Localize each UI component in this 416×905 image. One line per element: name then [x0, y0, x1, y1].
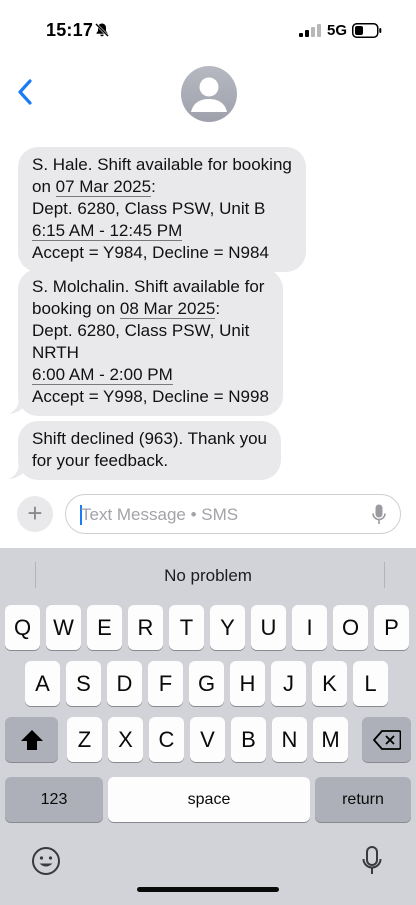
message-text: S. Hale. Shift available for booking — [32, 155, 292, 174]
key-u[interactable]: U — [251, 605, 286, 650]
message-line: NRTH — [32, 342, 269, 364]
message-line: Dept. 6280, Class PSW, Unit B — [32, 198, 292, 220]
keyboard: No problem Q W E R T Y U I O P A S D F G H J K L Z X C V B N M 123… — [0, 548, 416, 905]
bubble-tail — [9, 462, 29, 479]
key-s[interactable]: S — [66, 661, 101, 706]
key-b[interactable]: B — [231, 717, 266, 762]
plus-icon: + — [27, 498, 43, 528]
message-text: : — [215, 299, 221, 318]
key-o[interactable]: O — [333, 605, 368, 650]
add-attachment-button[interactable]: + — [17, 496, 53, 532]
message-line: 6:00 AM - 2:00 PM — [32, 364, 269, 386]
status-bar: 15:17 5G — [0, 0, 416, 60]
home-indicator[interactable] — [137, 887, 279, 892]
network-type: 5G — [327, 22, 348, 39]
numbers-key[interactable]: 123 — [5, 777, 103, 822]
message-text: Dept. 6280, Class PSW, Unit — [32, 321, 250, 340]
message-text: booking on — [32, 299, 120, 318]
bell-slash-icon — [95, 23, 109, 37]
key-l[interactable]: L — [353, 661, 388, 706]
key-j[interactable]: J — [271, 661, 306, 706]
message-text: Accept = Y998, Decline = N998 — [32, 387, 269, 406]
message-line: for your feedback. — [32, 450, 267, 472]
key-p[interactable]: P — [374, 605, 409, 650]
chevron-left-icon[interactable] — [14, 78, 38, 106]
message-bubble[interactable]: S. Molchalin. Shift available for booking… — [18, 269, 283, 416]
message-detected-link[interactable]: 6:00 AM - 2:00 PM — [32, 365, 173, 385]
key-d[interactable]: D — [107, 661, 142, 706]
key-c[interactable]: C — [149, 717, 184, 762]
key-m[interactable]: M — [313, 717, 348, 762]
message-detected-link[interactable]: 08 Mar 2025 — [119, 299, 216, 319]
message-detected-link[interactable]: 6:15 AM - 12:45 PM — [32, 221, 183, 241]
message-input[interactable]: Text Message • SMS — [65, 494, 401, 534]
message-text: on — [32, 177, 56, 196]
message-text: for your feedback. — [32, 451, 169, 470]
message-line: 6:15 AM - 12:45 PM — [32, 220, 292, 242]
message-text: NRTH — [32, 343, 79, 362]
shift-key[interactable] — [5, 717, 58, 762]
battery-icon — [352, 23, 382, 38]
suggestion-bar: No problem — [0, 548, 416, 600]
suggestion-divider — [384, 562, 385, 588]
message-text: Shift declined (963). Thank you — [32, 429, 267, 448]
message-text: : — [151, 177, 156, 196]
bubble-tail — [9, 397, 29, 414]
key-k[interactable]: K — [312, 661, 347, 706]
key-n[interactable]: N — [272, 717, 307, 762]
message-text: S. Molchalin. Shift available for — [32, 277, 265, 296]
backspace-icon — [372, 729, 401, 750]
key-x[interactable]: X — [108, 717, 143, 762]
key-z[interactable]: Z — [67, 717, 102, 762]
shift-icon — [20, 729, 43, 750]
message-line: S. Molchalin. Shift available for — [32, 276, 269, 298]
message-line: on 07 Mar 2025: — [32, 176, 292, 198]
message-line: Accept = Y984, Decline = N984 — [32, 242, 292, 264]
backspace-key[interactable] — [362, 717, 411, 762]
key-w[interactable]: W — [46, 605, 81, 650]
key-i[interactable]: I — [292, 605, 327, 650]
message-line: Accept = Y998, Decline = N998 — [32, 386, 269, 408]
key-t[interactable]: T — [169, 605, 204, 650]
message-text: Dept. 6280, Class PSW, Unit B — [32, 199, 266, 218]
message-line: Dept. 6280, Class PSW, Unit — [32, 320, 269, 342]
message-bubble[interactable]: S. Hale. Shift available for booking on 0… — [18, 147, 306, 272]
key-e[interactable]: E — [87, 605, 122, 650]
microphone-icon[interactable] — [372, 504, 386, 526]
message-text: Accept = Y984, Decline = N984 — [32, 243, 269, 262]
person-silhouette-icon — [191, 77, 227, 112]
key-q[interactable]: Q — [5, 605, 40, 650]
message-placeholder: Text Message • SMS — [81, 505, 239, 524]
return-key[interactable]: return — [315, 777, 411, 822]
signal-bars-icon — [299, 24, 321, 37]
key-h[interactable]: H — [230, 661, 265, 706]
message-bubble[interactable]: Shift declined (963). Thank you for your … — [18, 421, 281, 480]
emoji-icon[interactable] — [31, 846, 61, 876]
contact-avatar[interactable] — [181, 66, 237, 122]
key-f[interactable]: F — [148, 661, 183, 706]
message-line: Shift declined (963). Thank you — [32, 428, 267, 450]
message-line: booking on 08 Mar 2025: — [32, 298, 269, 320]
dictation-mic-icon[interactable] — [362, 846, 382, 876]
key-y[interactable]: Y — [210, 605, 245, 650]
suggestion-item[interactable]: No problem — [0, 566, 416, 586]
message-line: S. Hale. Shift available for booking — [32, 154, 292, 176]
key-v[interactable]: V — [190, 717, 225, 762]
message-detected-link[interactable]: 07 Mar 2025 — [55, 177, 152, 197]
key-r[interactable]: R — [128, 605, 163, 650]
status-time: 15:17 — [46, 20, 94, 40]
space-key[interactable]: space — [108, 777, 310, 822]
key-g[interactable]: G — [189, 661, 224, 706]
key-a[interactable]: A — [25, 661, 60, 706]
